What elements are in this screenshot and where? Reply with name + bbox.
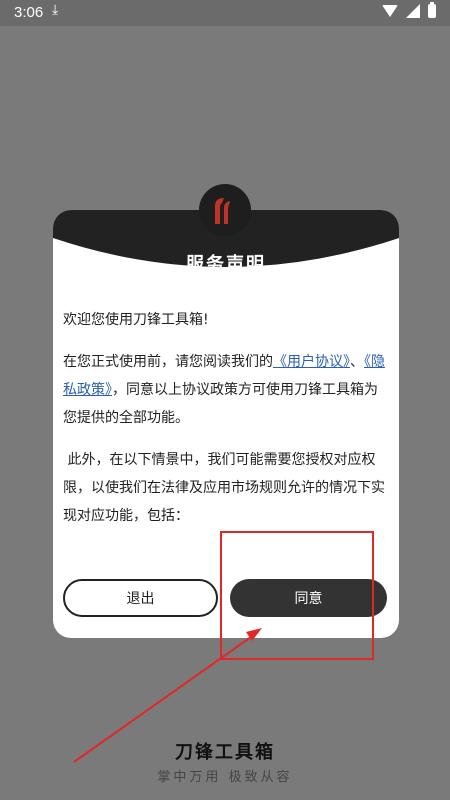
footer-app-name: 刀锋工具箱 bbox=[175, 742, 275, 763]
annotation-arrow bbox=[73, 628, 262, 763]
footer-slogan: 掌中万用 极致从容 bbox=[157, 770, 293, 785]
